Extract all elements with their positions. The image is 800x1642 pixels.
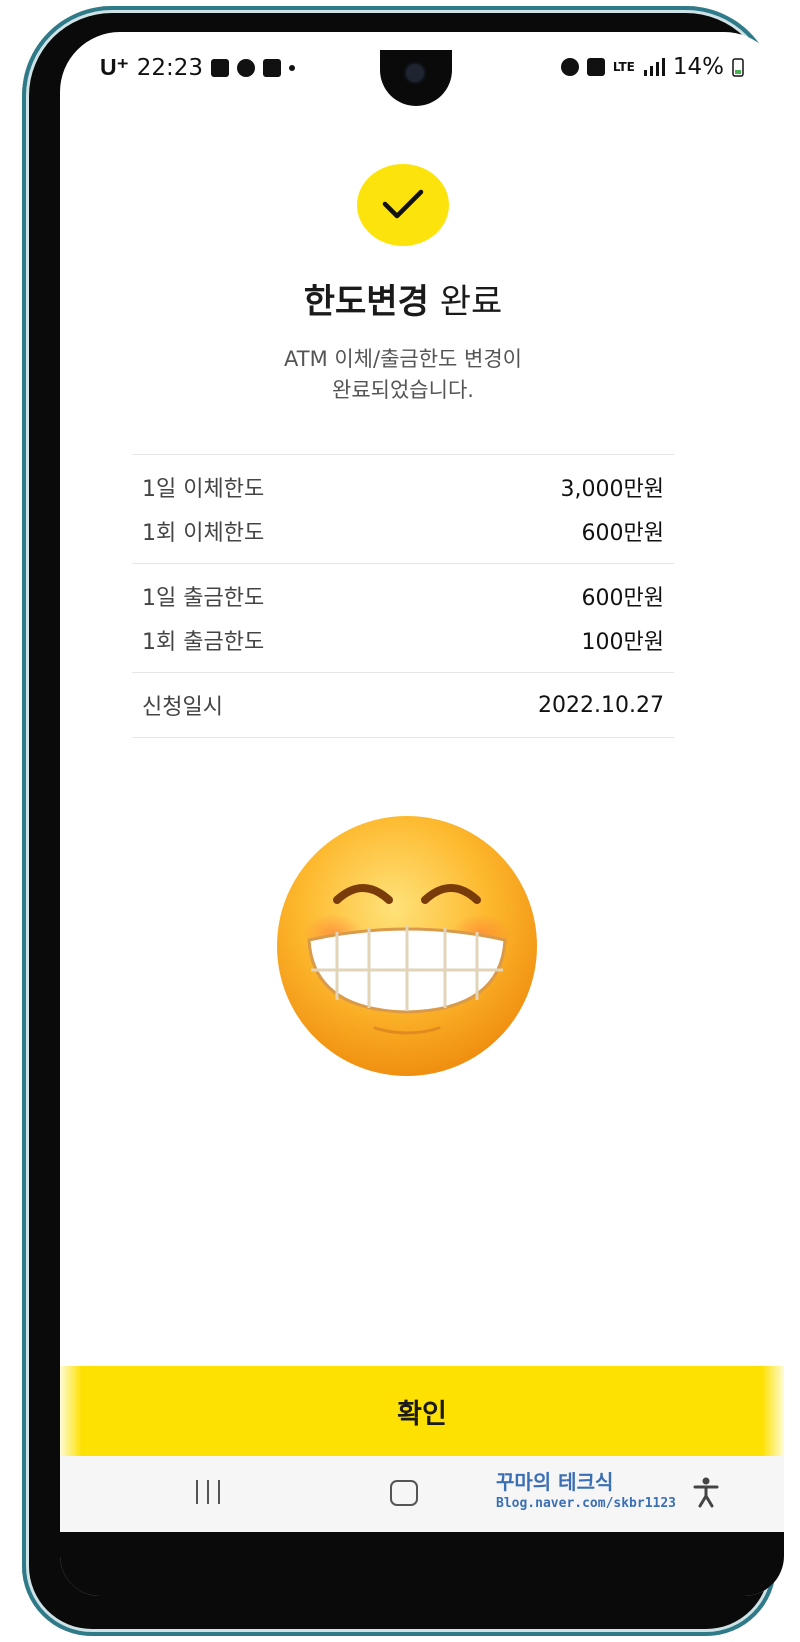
row-label: 1일 이체한도 <box>142 477 265 502</box>
phone-frame: U⁺ 22:23 LTE 14% 한도변경 완료 ATM 이체/출금한도 변경이… <box>22 6 784 1636</box>
clock: 22:23 <box>136 54 204 81</box>
divider <box>132 737 674 738</box>
table-row: 1일 이체한도 3,000만원 <box>132 465 674 509</box>
bottom-bezel <box>60 1532 784 1596</box>
mute-icon <box>586 58 605 76</box>
row-label: 신청일시 <box>142 695 223 720</box>
check-icon <box>382 189 424 219</box>
grinning-face-icon <box>277 816 537 1076</box>
row-value: 600만원 <box>581 521 664 546</box>
subtitle-line-2: 완료되었습니다. <box>332 378 474 402</box>
alarm-icon <box>560 58 579 76</box>
success-check-badge <box>357 164 449 246</box>
table-row: 신청일시 2022.10.27 <box>132 683 674 727</box>
subtitle: ATM 이체/출금한도 변경이 완료되었습니다. <box>60 344 746 406</box>
title-rest: 완료 <box>439 282 503 322</box>
watermark-title: 꾸마의 테크식 <box>496 1470 614 1494</box>
row-value: 3,000만원 <box>560 477 664 502</box>
table-row: 1일 출금한도 600만원 <box>132 574 674 618</box>
battery-percent: 14% <box>672 54 724 80</box>
system-navigation-bar: 꾸마의 테크식 Blog.naver.com/skbr1123 <box>60 1456 784 1532</box>
network-type: LTE <box>612 60 635 74</box>
battery-icon <box>732 58 744 77</box>
applied-date-group: 신청일시 2022.10.27 <box>132 673 674 737</box>
withdraw-limit-group: 1일 출금한도 600만원 1회 출금한도 100만원 <box>132 564 674 672</box>
table-row: 1회 이체한도 600만원 <box>132 509 674 553</box>
home-icon[interactable] <box>390 1480 418 1506</box>
message-icon <box>263 58 282 77</box>
subtitle-line-1: ATM 이체/출금한도 변경이 <box>284 347 522 371</box>
table-row: 1회 출금한도 100만원 <box>132 618 674 662</box>
title-bold: 한도변경 <box>303 282 429 322</box>
row-label: 1회 출금한도 <box>142 630 265 655</box>
carrier-label: U⁺ <box>100 54 129 80</box>
row-value: 2022.10.27 <box>538 692 664 718</box>
row-value: 600만원 <box>581 586 664 611</box>
row-label: 1회 이체한도 <box>142 521 265 546</box>
confirm-button[interactable]: 확인 <box>60 1366 784 1456</box>
camera-icon <box>406 64 424 82</box>
watermark-url: Blog.naver.com/skbr1123 <box>496 1496 677 1511</box>
limit-summary-table: 1일 이체한도 3,000만원 1회 이체한도 600만원 1일 출금한도 60… <box>132 454 674 738</box>
gallery-icon <box>211 58 230 77</box>
recent-apps-icon[interactable] <box>196 1480 220 1504</box>
row-value: 100만원 <box>581 630 664 655</box>
transfer-limit-group: 1일 이체한도 3,000만원 1회 이체한도 600만원 <box>132 455 674 563</box>
camera-notch <box>380 50 452 106</box>
status-bar: U⁺ 22:23 LTE 14% <box>60 50 784 106</box>
signal-icon <box>643 58 665 76</box>
more-notifications-icon <box>289 64 296 71</box>
app-notification-icon <box>237 58 256 77</box>
accessibility-icon[interactable] <box>692 1476 720 1508</box>
row-label: 1일 출금한도 <box>142 586 265 611</box>
phone-screen: U⁺ 22:23 LTE 14% 한도변경 완료 ATM 이체/출금한도 변경이… <box>60 32 784 1596</box>
page-title: 한도변경 완료 <box>60 274 746 323</box>
